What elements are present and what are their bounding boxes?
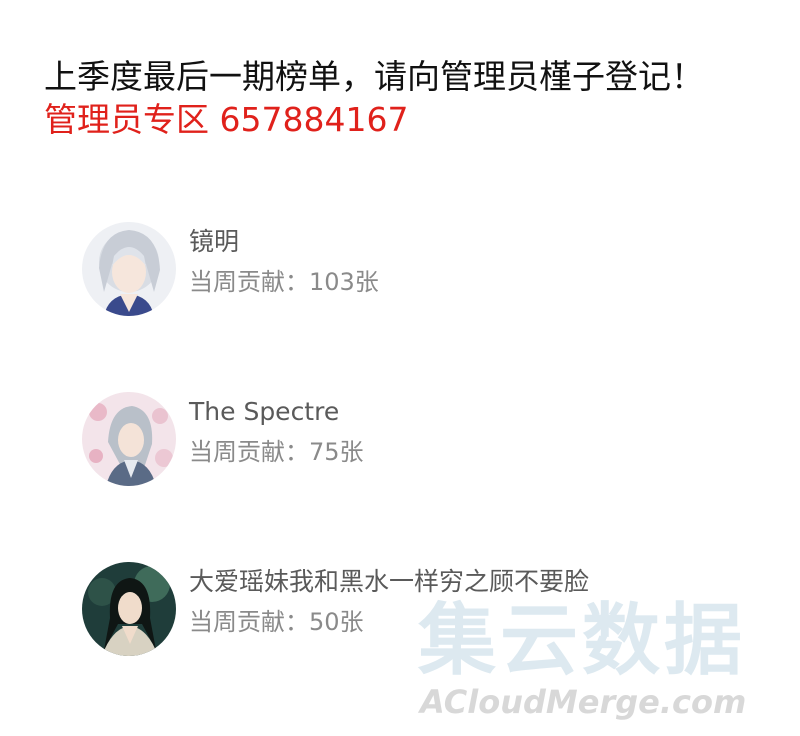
announcement-header: 上季度最后一期榜单，请向管理员槿子登记！ 管理员专区 657884167 <box>44 54 784 140</box>
announcement-text: 上季度最后一期榜单，请向管理员槿子登记！ <box>44 57 704 96</box>
avatar[interactable] <box>82 392 176 486</box>
avatar[interactable] <box>82 562 176 656</box>
weekly-contribution: 当周贡献：50张 <box>189 608 364 636</box>
admin-zone-text: 管理员专区 657884167 <box>44 100 409 139</box>
weekly-contribution: 当周贡献：75张 <box>189 438 364 466</box>
user-name: 镜明 <box>189 227 240 256</box>
ranking-item[interactable]: 大爱瑶妹我和黑水一样穷之顾不要脸 当周贡献：50张 <box>82 562 722 658</box>
watermark-subtitle: ACloudMerge.com <box>420 683 747 721</box>
ranking-item[interactable]: 镜明 当周贡献：103张 <box>82 222 722 318</box>
ranking-item[interactable]: The Spectre 当周贡献：75张 <box>82 392 722 488</box>
avatar[interactable] <box>82 222 176 316</box>
user-name: The Spectre <box>189 397 340 426</box>
weekly-contribution: 当周贡献：103张 <box>189 268 379 296</box>
user-name: 大爱瑶妹我和黑水一样穷之顾不要脸 <box>189 567 590 596</box>
